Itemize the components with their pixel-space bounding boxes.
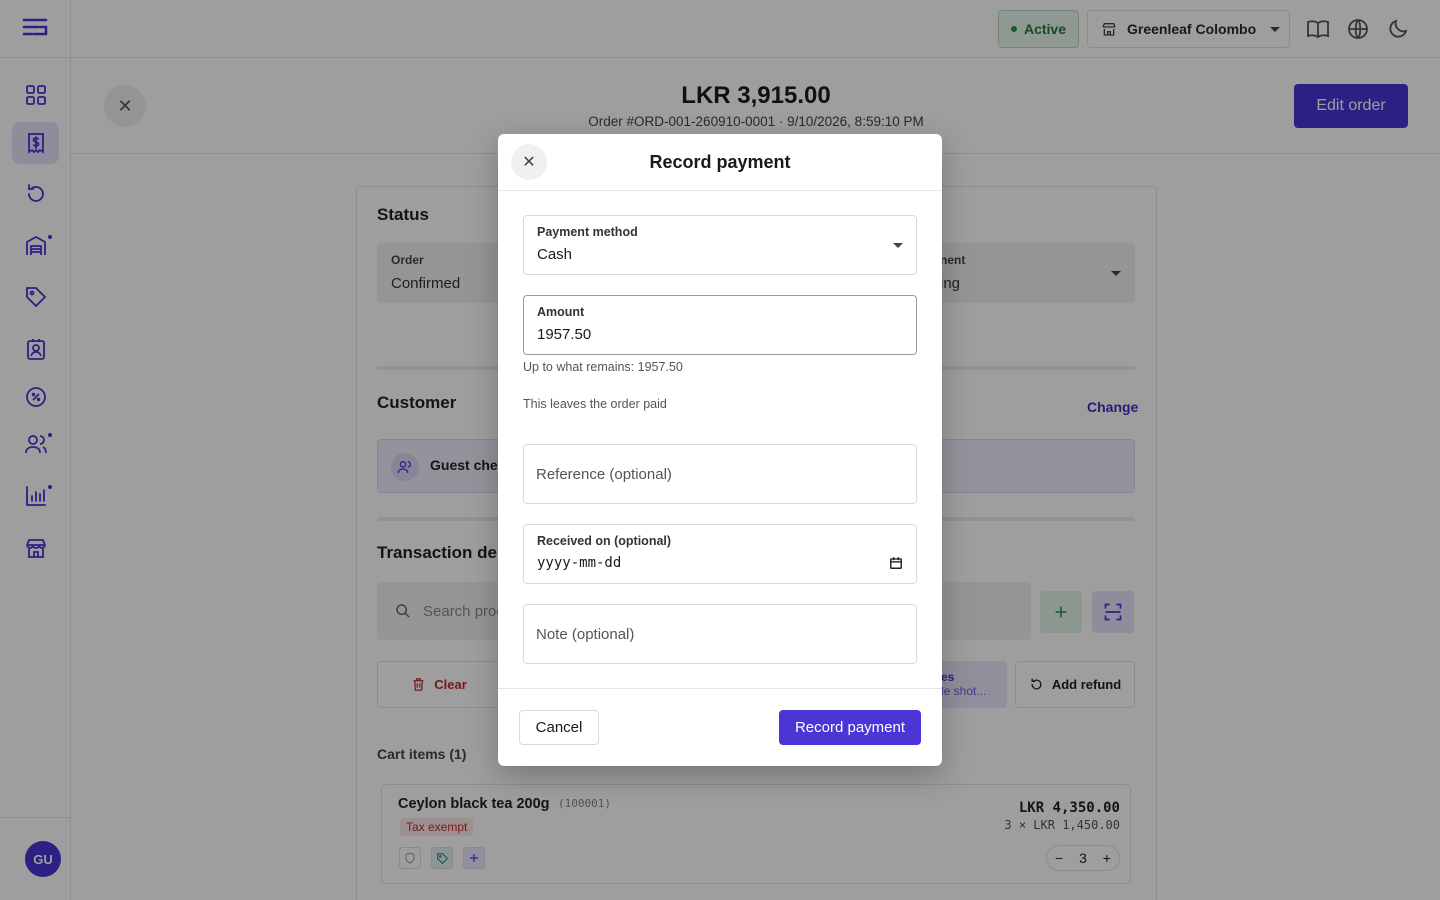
amount-label: Amount <box>537 305 585 319</box>
dialog-header-divider <box>498 190 942 191</box>
dialog-title: Record payment <box>649 152 791 172</box>
amount-helper-text: Up to what remains: 1957.50 <box>523 360 683 374</box>
record-payment-button[interactable]: Record payment <box>779 710 921 745</box>
received-date-input[interactable]: Received on (optional) yyyy-mm-dd <box>523 524 917 584</box>
paid-status-note: This leaves the order paid <box>523 397 667 411</box>
reference-placeholder: Reference (optional) <box>536 466 672 483</box>
received-date-placeholder: yyyy-mm-dd <box>537 555 622 571</box>
note-input[interactable]: Note (optional) <box>523 604 917 664</box>
dialog-footer-divider <box>498 688 942 689</box>
reference-input[interactable]: Reference (optional) <box>523 444 917 504</box>
chevron-down-icon <box>893 243 903 248</box>
amount-value: 1957.50 <box>537 326 592 343</box>
note-placeholder: Note (optional) <box>536 626 635 643</box>
payment-method-select[interactable]: Payment method Cash <box>523 215 917 275</box>
payment-method-value: Cash <box>537 246 573 263</box>
received-date-label: Received on (optional) <box>537 534 672 548</box>
calendar-icon[interactable] <box>889 556 903 570</box>
cancel-button[interactable]: Cancel <box>519 710 599 745</box>
record-payment-dialog: ✕ Record payment Payment method Cash Amo… <box>498 134 942 766</box>
amount-field[interactable]: Amount 1957.50 <box>523 295 917 355</box>
payment-method-label: Payment method <box>537 225 638 239</box>
